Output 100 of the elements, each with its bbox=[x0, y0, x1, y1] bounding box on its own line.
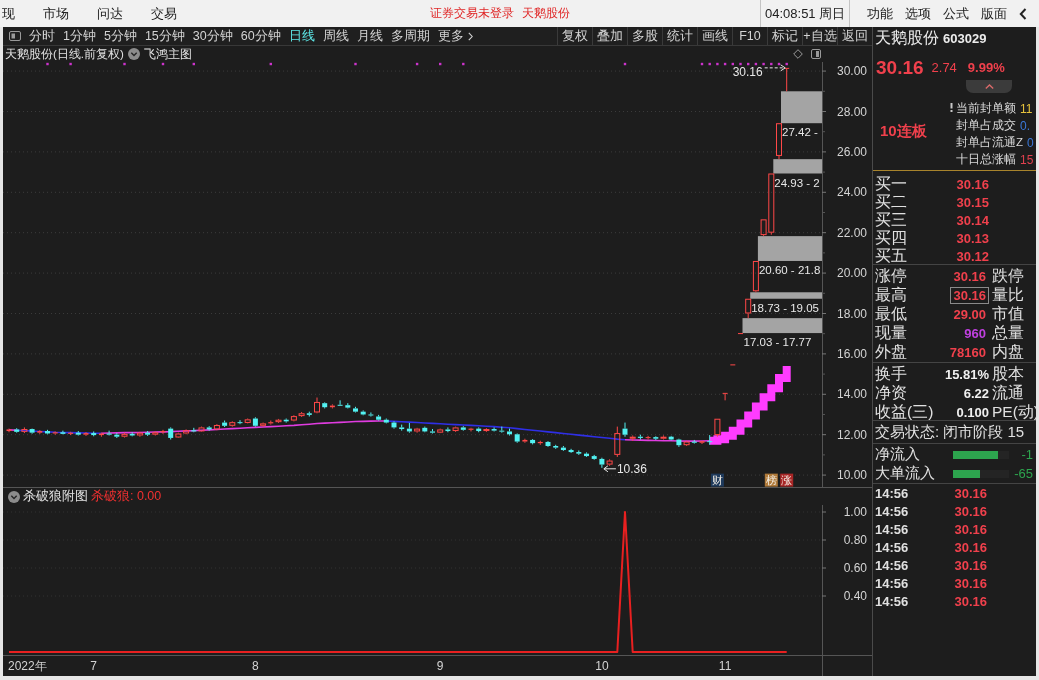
low-price-label: 10.36 bbox=[616, 461, 647, 476]
price-axis-label: 20.00 bbox=[836, 266, 867, 281]
trade-price: 30.16 bbox=[954, 485, 987, 501]
seal-stat-value: 11 bbox=[1020, 101, 1033, 116]
fundamental-label: 收益(三) bbox=[874, 402, 935, 422]
date-axis-label: 8 bbox=[252, 659, 259, 673]
price-axis-label: 14.00 bbox=[836, 387, 867, 402]
stat-label: 跌停 bbox=[991, 266, 1025, 286]
trade-time: 14:56 bbox=[874, 593, 910, 609]
high-price-label: 30.16 bbox=[732, 64, 763, 79]
seal-stat-label: 封单占成交 bbox=[956, 118, 1016, 133]
stat-label: 涨停 bbox=[874, 266, 908, 286]
limit-up-streak: 10连板 bbox=[879, 121, 928, 141]
trade-price: 30.16 bbox=[954, 521, 987, 537]
stat-value: 30.16 bbox=[952, 268, 987, 285]
fundamental-value: 15.81% bbox=[944, 367, 989, 382]
date-axis-label: 11 bbox=[718, 659, 732, 673]
chart-title: 天鹅股份(日线.前复权) bbox=[5, 46, 124, 62]
gap-label: 20.60 - 21.8 bbox=[758, 263, 821, 276]
date-axis-label: 9 bbox=[436, 659, 444, 673]
flow-value: -65 bbox=[1014, 466, 1034, 481]
gap-label: 18.73 - 19.05 bbox=[751, 301, 819, 314]
indicator-title: 杀破狼附图 bbox=[23, 488, 88, 505]
trade-price: 30.16 bbox=[954, 503, 987, 519]
fundamental-label: PE(动) bbox=[991, 402, 1039, 422]
value-axis-label: 0.60 bbox=[843, 561, 867, 576]
price-axis-label: 16.00 bbox=[836, 347, 867, 362]
trade-time: 14:56 bbox=[874, 503, 910, 519]
stock-code: 603029 bbox=[943, 30, 987, 46]
price-axis-label: 12.00 bbox=[836, 427, 867, 442]
stat-value: 29.00 bbox=[952, 306, 987, 323]
gap-label: 27.42 - bbox=[782, 126, 818, 139]
gap-label: 24.93 - 2 bbox=[774, 176, 820, 189]
flow-value: -1 bbox=[1021, 447, 1034, 462]
bid-level-label: 买四 bbox=[874, 228, 908, 248]
price-axis-label: 24.00 bbox=[836, 185, 867, 200]
year-label: 2022年 bbox=[8, 659, 47, 673]
stat-value: 78160 bbox=[948, 344, 987, 361]
stat-label: 市值 bbox=[991, 304, 1025, 324]
bid-price: 30.13 bbox=[956, 231, 989, 246]
date-axis-label: 10 bbox=[595, 659, 609, 673]
stat-label: 最高 bbox=[874, 285, 908, 305]
trade-time: 14:56 bbox=[874, 575, 910, 591]
gap-label: 17.03 - 17.77 bbox=[743, 336, 812, 349]
bid-level-label: 买五 bbox=[874, 246, 908, 266]
bid-level-label: 买三 bbox=[874, 210, 908, 230]
bid-level-label: 买一 bbox=[874, 174, 908, 194]
trade-time: 14:56 bbox=[874, 521, 910, 537]
fundamental-label: 股本 bbox=[991, 364, 1025, 384]
fundamental-label: 流通 bbox=[991, 383, 1025, 403]
value-axis-label: 0.80 bbox=[843, 533, 867, 548]
bid-price: 30.16 bbox=[956, 177, 989, 192]
trade-status: 交易状态: 闭市阶段 15 bbox=[873, 421, 1036, 444]
last-price: 30.16 bbox=[876, 56, 924, 79]
stat-label: 总量 bbox=[991, 323, 1025, 343]
date-axis-label: 7 bbox=[90, 659, 98, 673]
trade-time: 14:56 bbox=[874, 539, 910, 555]
price-axis-label: 26.00 bbox=[836, 145, 867, 160]
stock-title: 天鹅股份 bbox=[522, 5, 570, 22]
bid-price: 30.14 bbox=[956, 213, 989, 228]
trade-time: 14:56 bbox=[874, 485, 910, 501]
stat-value: 960 bbox=[963, 325, 987, 342]
trade-price: 30.16 bbox=[954, 593, 987, 609]
fundamental-label: 换手 bbox=[874, 364, 908, 384]
stat-label: 最低 bbox=[874, 304, 908, 324]
price-change: 2.74 bbox=[931, 60, 957, 75]
price-axis-label: 28.00 bbox=[836, 104, 867, 119]
indicator-legend: 杀破狼: 0.00 bbox=[91, 488, 162, 505]
percent-change: 9.99% bbox=[967, 60, 1005, 75]
bid-price: 30.12 bbox=[956, 249, 989, 264]
stock-name: 天鹅股份 bbox=[875, 27, 939, 48]
bid-level-label: 买二 bbox=[874, 192, 908, 212]
login-status: 证券交易未登录 bbox=[430, 5, 514, 22]
stat-value: 30.16 bbox=[950, 287, 989, 304]
stat-label: 内盘 bbox=[991, 342, 1025, 362]
price-axis-label: 18.00 bbox=[836, 306, 867, 321]
value-axis-label: 0.40 bbox=[843, 589, 867, 604]
flow-label: 净流入 bbox=[874, 445, 921, 464]
stat-label: 现量 bbox=[874, 323, 908, 343]
fundamental-value: 0.100 bbox=[956, 405, 989, 420]
seal-stat-label: 当前封单额 bbox=[956, 101, 1016, 116]
value-axis-label: 1.00 bbox=[843, 505, 867, 520]
flow-label: 大单流入 bbox=[874, 464, 936, 483]
seal-stat-value: 15 bbox=[1020, 152, 1034, 167]
bid-price: 30.15 bbox=[956, 195, 989, 210]
fundamental-value: 6.22 bbox=[963, 386, 989, 401]
price-axis-label: 30.00 bbox=[836, 64, 867, 79]
trade-price: 30.16 bbox=[954, 575, 987, 591]
fundamental-label: 净资 bbox=[874, 383, 908, 403]
trade-time: 14:56 bbox=[874, 557, 910, 573]
price-axis-label: 10.00 bbox=[836, 468, 867, 483]
seal-stat-label: 封单占流通Z bbox=[956, 135, 1024, 150]
seal-stat-value: 0 bbox=[1027, 135, 1034, 150]
trade-price: 30.16 bbox=[954, 539, 987, 555]
stat-label: 外盘 bbox=[874, 342, 908, 362]
price-axis-label: 22.00 bbox=[836, 225, 867, 240]
stat-label: 量比 bbox=[991, 285, 1025, 305]
seal-stat-value: 0. bbox=[1020, 118, 1030, 133]
seal-stat-label: 十日总涨幅 bbox=[956, 152, 1016, 167]
trade-price: 30.16 bbox=[954, 557, 987, 573]
